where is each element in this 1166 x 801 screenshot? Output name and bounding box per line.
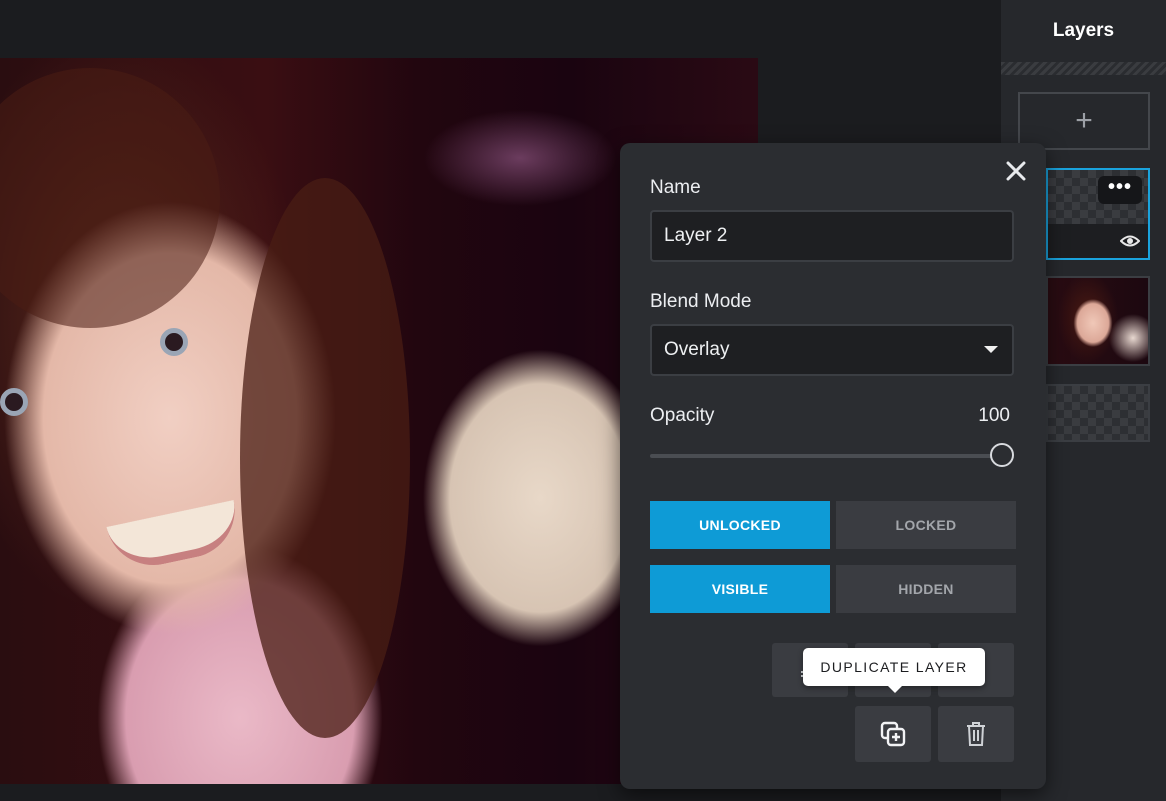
layer-thumb-layer-2[interactable]: ••• — [1046, 168, 1150, 260]
layer-thumb-empty[interactable] — [1046, 384, 1150, 442]
layer-thumb-footer — [1048, 224, 1148, 258]
lock-toggle: UNLOCKED LOCKED — [650, 501, 1016, 549]
chevron-down-icon — [984, 346, 998, 353]
layer-name-input[interactable] — [650, 210, 1014, 262]
layer-properties-popup: Name Blend Mode Overlay Opacity 100 UNLO… — [620, 143, 1046, 789]
visible-button[interactable]: VISIBLE — [650, 565, 830, 613]
locked-button[interactable]: LOCKED — [836, 501, 1016, 549]
trash-icon — [967, 722, 985, 746]
opacity-slider-handle[interactable] — [990, 443, 1014, 467]
duplicate-layer-button[interactable] — [855, 706, 931, 762]
photo-eye-left — [0, 388, 28, 416]
photo-thumbnail — [1048, 278, 1148, 364]
opacity-label: Opacity — [650, 405, 715, 426]
hair-shape-right — [240, 178, 410, 738]
plus-icon: + — [1075, 104, 1093, 137]
duplicate-icon — [880, 721, 906, 747]
opacity-value: 100 — [978, 405, 1010, 426]
blend-mode-label: Blend Mode — [650, 291, 752, 312]
duplicate-layer-tooltip: DUPLICATE LAYER — [803, 648, 985, 693]
photo-eye-right — [160, 328, 188, 356]
add-layer-button[interactable]: + — [1018, 92, 1150, 150]
more-options-button[interactable]: ••• — [1098, 176, 1142, 204]
blend-mode-select[interactable]: Overlay — [650, 324, 1014, 376]
hair-shape — [0, 68, 220, 328]
visibility-toggle: VISIBLE HIDDEN — [650, 565, 1016, 613]
close-icon[interactable] — [1002, 157, 1030, 185]
hidden-button[interactable]: HIDDEN — [836, 565, 1016, 613]
delete-layer-button[interactable] — [938, 706, 1014, 762]
layer-thumb-photo[interactable] — [1046, 276, 1150, 366]
unlocked-button[interactable]: UNLOCKED — [650, 501, 830, 549]
opacity-slider-track[interactable] — [650, 454, 1002, 458]
blend-mode-value: Overlay — [664, 339, 730, 360]
eye-icon[interactable] — [1120, 233, 1140, 249]
layers-title: Layers — [1052, 20, 1115, 41]
photo-mouth — [106, 500, 244, 574]
name-label: Name — [650, 177, 701, 198]
panel-divider — [1001, 62, 1166, 75]
